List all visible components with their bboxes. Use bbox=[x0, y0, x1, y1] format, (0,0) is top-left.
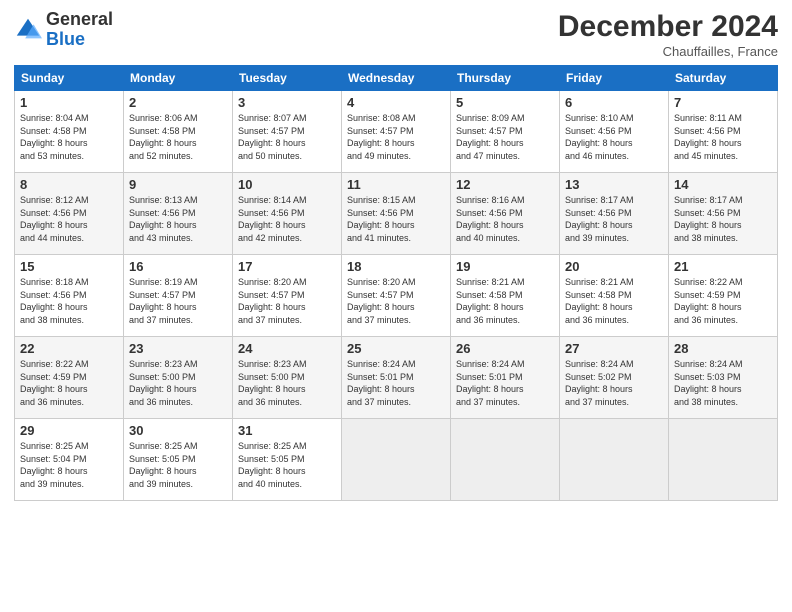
day-cell: 30 Sunrise: 8:25 AMSunset: 5:05 PMDaylig… bbox=[124, 419, 233, 501]
table-row: 29 Sunrise: 8:25 AMSunset: 5:04 PMDaylig… bbox=[15, 419, 778, 501]
day-cell: 6 Sunrise: 8:10 AMSunset: 4:56 PMDayligh… bbox=[560, 91, 669, 173]
day-cell: 25 Sunrise: 8:24 AMSunset: 5:01 PMDaylig… bbox=[342, 337, 451, 419]
day-cell: 10 Sunrise: 8:14 AMSunset: 4:56 PMDaylig… bbox=[233, 173, 342, 255]
day-cell: 20 Sunrise: 8:21 AMSunset: 4:58 PMDaylig… bbox=[560, 255, 669, 337]
main-container: General Blue December 2024 Chauffailles,… bbox=[0, 0, 792, 509]
header: General Blue December 2024 Chauffailles,… bbox=[14, 10, 778, 59]
table-row: 15 Sunrise: 8:18 AMSunset: 4:56 PMDaylig… bbox=[15, 255, 778, 337]
table-row: 22 Sunrise: 8:22 AMSunset: 4:59 PMDaylig… bbox=[15, 337, 778, 419]
day-cell: 16 Sunrise: 8:19 AMSunset: 4:57 PMDaylig… bbox=[124, 255, 233, 337]
day-cell: 21 Sunrise: 8:22 AMSunset: 4:59 PMDaylig… bbox=[669, 255, 778, 337]
header-row: Sunday Monday Tuesday Wednesday Thursday… bbox=[15, 66, 778, 91]
empty-cell bbox=[669, 419, 778, 501]
logo-icon bbox=[14, 16, 42, 44]
month-title: December 2024 bbox=[558, 10, 778, 44]
day-cell: 13 Sunrise: 8:17 AMSunset: 4:56 PMDaylig… bbox=[560, 173, 669, 255]
calendar-table: Sunday Monday Tuesday Wednesday Thursday… bbox=[14, 65, 778, 501]
day-cell: 9 Sunrise: 8:13 AMSunset: 4:56 PMDayligh… bbox=[124, 173, 233, 255]
table-row: 8 Sunrise: 8:12 AMSunset: 4:56 PMDayligh… bbox=[15, 173, 778, 255]
col-friday: Friday bbox=[560, 66, 669, 91]
day-cell: 26 Sunrise: 8:24 AMSunset: 5:01 PMDaylig… bbox=[451, 337, 560, 419]
empty-cell bbox=[342, 419, 451, 501]
day-cell: 15 Sunrise: 8:18 AMSunset: 4:56 PMDaylig… bbox=[15, 255, 124, 337]
col-tuesday: Tuesday bbox=[233, 66, 342, 91]
day-cell: 23 Sunrise: 8:23 AMSunset: 5:00 PMDaylig… bbox=[124, 337, 233, 419]
day-cell: 31 Sunrise: 8:25 AMSunset: 5:05 PMDaylig… bbox=[233, 419, 342, 501]
day-cell: 1 Sunrise: 8:04 AMSunset: 4:58 PMDayligh… bbox=[15, 91, 124, 173]
day-cell: 28 Sunrise: 8:24 AMSunset: 5:03 PMDaylig… bbox=[669, 337, 778, 419]
col-sunday: Sunday bbox=[15, 66, 124, 91]
col-saturday: Saturday bbox=[669, 66, 778, 91]
location-subtitle: Chauffailles, France bbox=[558, 44, 778, 59]
col-thursday: Thursday bbox=[451, 66, 560, 91]
day-cell: 4 Sunrise: 8:08 AMSunset: 4:57 PMDayligh… bbox=[342, 91, 451, 173]
day-cell: 3 Sunrise: 8:07 AMSunset: 4:57 PMDayligh… bbox=[233, 91, 342, 173]
empty-cell bbox=[560, 419, 669, 501]
day-cell: 5 Sunrise: 8:09 AMSunset: 4:57 PMDayligh… bbox=[451, 91, 560, 173]
day-cell: 29 Sunrise: 8:25 AMSunset: 5:04 PMDaylig… bbox=[15, 419, 124, 501]
title-block: December 2024 Chauffailles, France bbox=[558, 10, 778, 59]
day-cell: 8 Sunrise: 8:12 AMSunset: 4:56 PMDayligh… bbox=[15, 173, 124, 255]
day-cell: 14 Sunrise: 8:17 AMSunset: 4:56 PMDaylig… bbox=[669, 173, 778, 255]
day-cell: 18 Sunrise: 8:20 AMSunset: 4:57 PMDaylig… bbox=[342, 255, 451, 337]
day-cell: 7 Sunrise: 8:11 AMSunset: 4:56 PMDayligh… bbox=[669, 91, 778, 173]
day-cell: 11 Sunrise: 8:15 AMSunset: 4:56 PMDaylig… bbox=[342, 173, 451, 255]
empty-cell bbox=[451, 419, 560, 501]
logo-text: General Blue bbox=[46, 10, 113, 50]
col-monday: Monday bbox=[124, 66, 233, 91]
table-row: 1 Sunrise: 8:04 AMSunset: 4:58 PMDayligh… bbox=[15, 91, 778, 173]
day-cell: 24 Sunrise: 8:23 AMSunset: 5:00 PMDaylig… bbox=[233, 337, 342, 419]
day-cell: 19 Sunrise: 8:21 AMSunset: 4:58 PMDaylig… bbox=[451, 255, 560, 337]
day-cell: 12 Sunrise: 8:16 AMSunset: 4:56 PMDaylig… bbox=[451, 173, 560, 255]
logo: General Blue bbox=[14, 10, 113, 50]
day-cell: 17 Sunrise: 8:20 AMSunset: 4:57 PMDaylig… bbox=[233, 255, 342, 337]
col-wednesday: Wednesday bbox=[342, 66, 451, 91]
day-cell: 22 Sunrise: 8:22 AMSunset: 4:59 PMDaylig… bbox=[15, 337, 124, 419]
day-cell: 2 Sunrise: 8:06 AMSunset: 4:58 PMDayligh… bbox=[124, 91, 233, 173]
day-cell: 27 Sunrise: 8:24 AMSunset: 5:02 PMDaylig… bbox=[560, 337, 669, 419]
